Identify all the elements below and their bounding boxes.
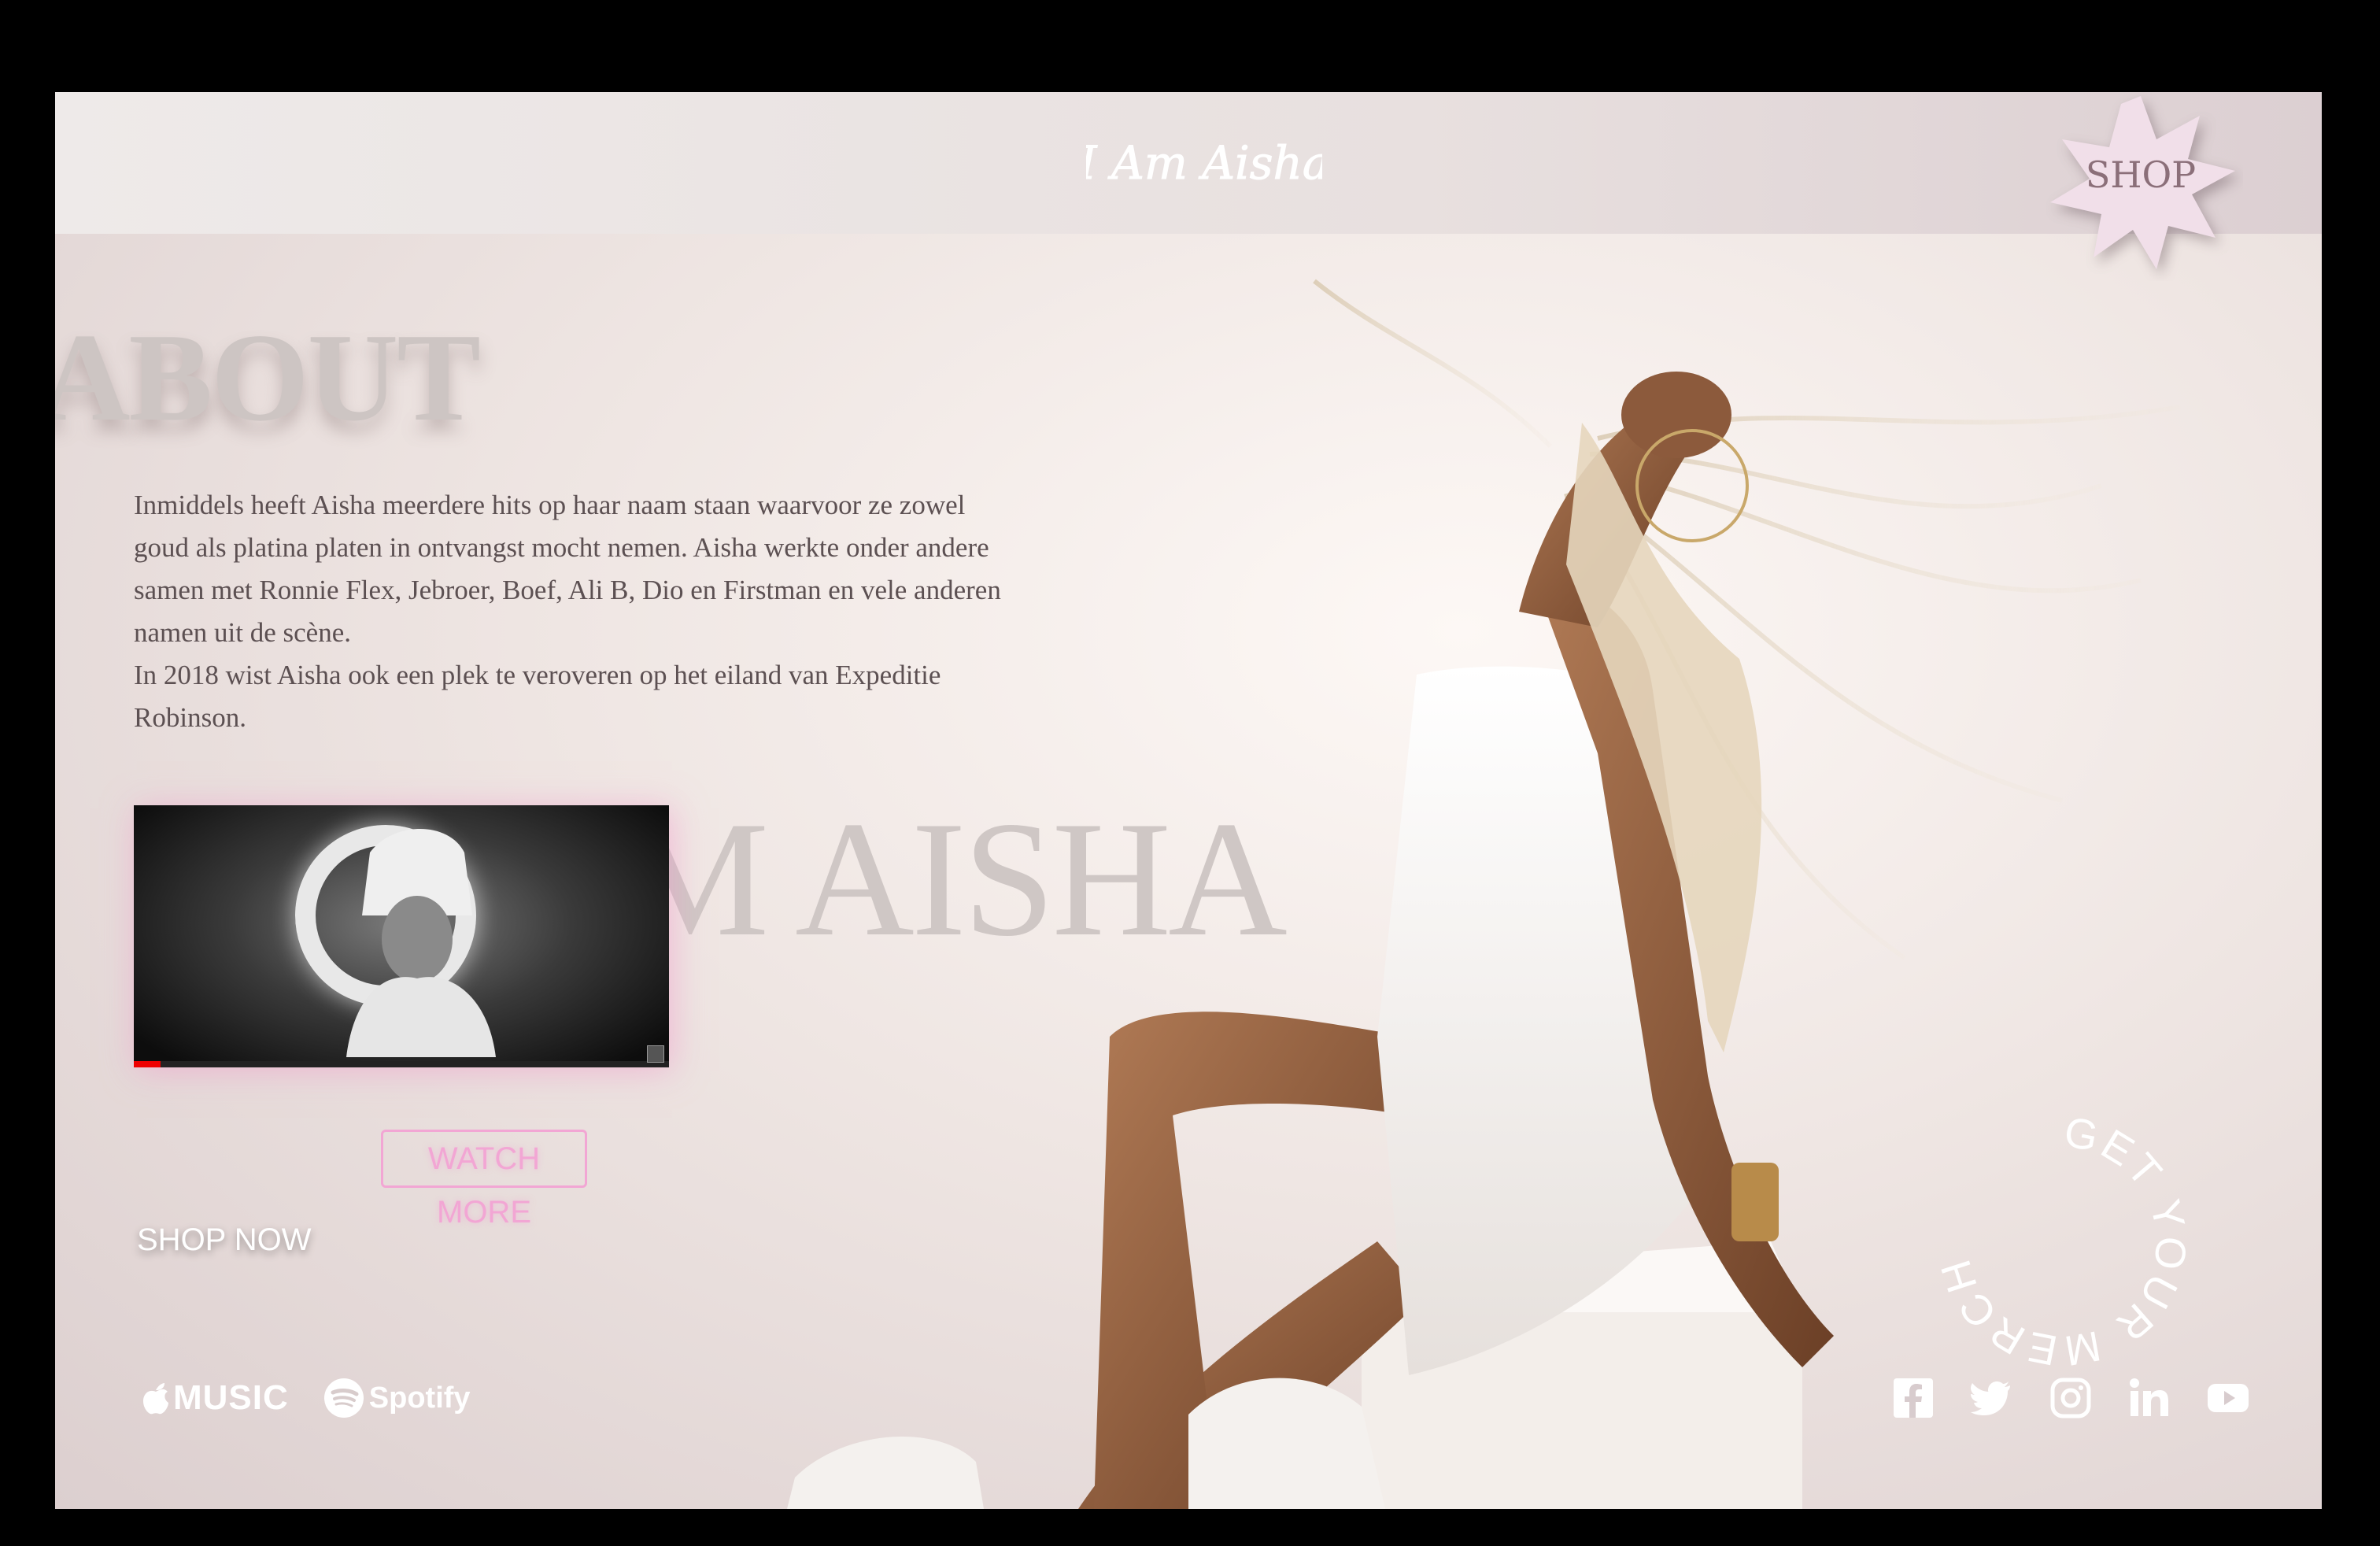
facebook-icon[interactable] — [1892, 1377, 1935, 1419]
page: I Am Aisha SHOP ABOUT I AM AISHA Inmidde… — [55, 92, 2322, 1509]
spotify-icon — [323, 1378, 364, 1418]
spotify-link[interactable]: Spotify — [323, 1378, 471, 1418]
streaming-links: MUSIC Spotify — [142, 1370, 471, 1426]
logo[interactable]: I Am Aisha — [1086, 124, 1322, 202]
shop-badge-label: SHOP — [2085, 153, 2197, 196]
video-person-figure — [346, 829, 496, 1057]
social-links — [1892, 1377, 2249, 1419]
apple-music-label: MUSIC — [173, 1378, 289, 1417]
instagram-icon[interactable] — [2049, 1377, 2092, 1419]
linkedin-icon[interactable] — [2128, 1377, 2171, 1419]
svg-text:I Am Aisha: I Am Aisha — [1086, 136, 1322, 190]
shop-badge-button[interactable]: SHOP — [2038, 92, 2243, 281]
merch-ring-text[interactable]: GET YOUR MERCH TODAY — [1928, 1108, 2196, 1375]
apple-music-link[interactable]: MUSIC — [142, 1378, 289, 1418]
about-text: Inmiddels heeft Aisha meerdere hits op h… — [134, 484, 1023, 739]
apple-icon — [143, 1383, 168, 1415]
about-paragraph-2: In 2018 wist Aisha ook een plek te verov… — [134, 660, 941, 733]
about-paragraph-1: Inmiddels heeft Aisha meerdere hits op h… — [134, 490, 1001, 648]
shop-now-button[interactable]: SHOP NOW — [137, 1222, 312, 1258]
twitter-icon[interactable] — [1971, 1377, 2013, 1419]
video-progress-fill — [134, 1061, 161, 1067]
youtube-icon[interactable] — [2207, 1377, 2249, 1419]
merch-ring-label: GET YOUR MERCH TODAY — [1928, 1108, 2196, 1375]
spotify-label: Spotify — [368, 1381, 471, 1415]
video-channel-icon[interactable] — [647, 1045, 664, 1063]
about-heading-background: ABOUT — [55, 307, 481, 447]
video-progress-bar[interactable] — [134, 1061, 669, 1067]
watch-more-button[interactable]: WATCH MORE — [381, 1130, 587, 1230]
video-player[interactable] — [134, 805, 669, 1067]
